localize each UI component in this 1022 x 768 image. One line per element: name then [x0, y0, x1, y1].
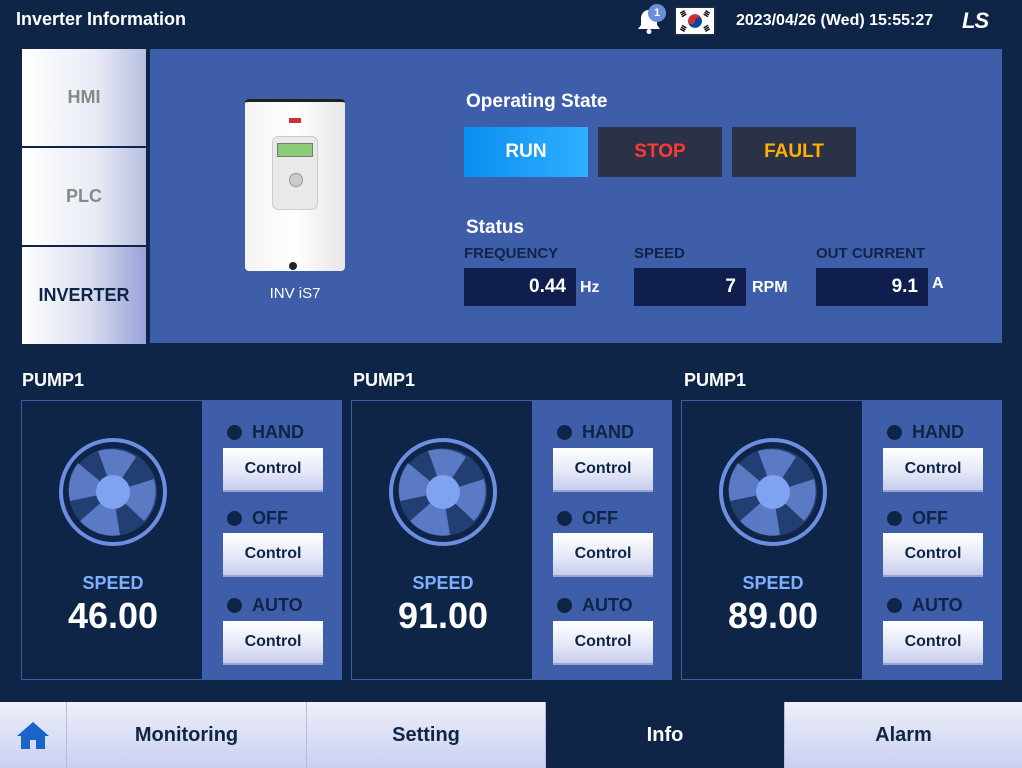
stop-state-indicator: STOP	[598, 127, 722, 177]
auto-control-button[interactable]: Control	[883, 621, 983, 665]
auto-indicator	[557, 598, 572, 613]
status-title: Status	[466, 217, 525, 238]
pump-panel: SPEED 89.00 HAND Control OFF Control AUT…	[681, 400, 1002, 680]
off-label: OFF	[912, 508, 948, 528]
hand-control-button[interactable]: Control	[223, 448, 323, 492]
off-indicator	[227, 511, 242, 526]
bottom-nav: Monitoring Setting Info Alarm	[0, 702, 1022, 768]
side-tab-hmi[interactable]: HMI	[22, 49, 146, 146]
hand-label: HAND	[252, 422, 304, 442]
pump-speed-value: 46.00	[67, 595, 159, 636]
speed-label: SPEED	[634, 245, 685, 262]
frequency-label: FREQUENCY	[464, 245, 559, 262]
run-state-indicator: RUN	[464, 127, 588, 177]
nav-setting[interactable]: Setting	[306, 702, 545, 768]
header-bar: Inverter Information 1 2023/04/26 (Wed) …	[0, 0, 1022, 44]
page-title: Inverter Information	[16, 9, 187, 29]
out-current-value: 9.1	[816, 268, 928, 306]
off-label: OFF	[582, 508, 618, 528]
auto-control-button[interactable]: Control	[553, 621, 653, 665]
auto-label: AUTO	[582, 595, 633, 615]
hand-label: HAND	[912, 422, 964, 442]
off-control-button[interactable]: Control	[883, 533, 983, 577]
home-button[interactable]	[0, 702, 66, 768]
side-tab-inverter[interactable]: INVERTER	[22, 247, 146, 344]
hand-indicator	[227, 425, 242, 440]
inverter-device-image	[245, 99, 345, 271]
brand-logo: LS	[962, 8, 989, 33]
pump-speed-label: SPEED	[742, 573, 804, 593]
auto-indicator	[887, 598, 902, 613]
home-icon	[17, 722, 49, 749]
auto-control-button[interactable]: Control	[223, 621, 323, 665]
pump-title: PUMP1	[684, 370, 747, 390]
fan-icon	[389, 438, 497, 546]
inverter-model-label: INV iS7	[269, 285, 321, 302]
fault-state-indicator: FAULT	[732, 127, 856, 177]
side-tab-list: HMI PLC INVERTER	[22, 49, 146, 344]
out-current-label: OUT CURRENT	[816, 245, 926, 262]
auto-indicator	[227, 598, 242, 613]
out-current-unit: A	[932, 275, 944, 292]
speed-value: 7	[634, 268, 746, 306]
side-tab-plc[interactable]: PLC	[22, 148, 146, 245]
pump-panel: SPEED 91.00 HAND Control OFF Control AUT…	[351, 400, 672, 680]
nav-monitoring[interactable]: Monitoring	[66, 702, 306, 768]
pump-speed-value: 89.00	[727, 595, 819, 636]
pump-speed-label: SPEED	[412, 573, 474, 593]
datetime-display: 2023/04/26 (Wed) 15:55:27	[736, 12, 934, 29]
hand-indicator	[557, 425, 572, 440]
hand-control-button[interactable]: Control	[883, 448, 983, 492]
notification-badge: 1	[648, 4, 666, 22]
inverter-panel: INV iS7 Operating State RUN STOP FAULT S…	[150, 49, 1002, 343]
frequency-value: 0.44	[464, 268, 576, 306]
fan-icon	[719, 438, 827, 546]
pump-panel: SPEED 46.00 HAND Control OFF Control AUT…	[21, 400, 342, 680]
off-indicator	[887, 511, 902, 526]
pump-title: PUMP1	[22, 370, 85, 390]
off-control-button[interactable]: Control	[553, 533, 653, 577]
hand-label: HAND	[582, 422, 634, 442]
hand-control-button[interactable]: Control	[553, 448, 653, 492]
frequency-unit: Hz	[580, 279, 600, 296]
speed-unit: RPM	[752, 279, 788, 296]
auto-label: AUTO	[912, 595, 963, 615]
korea-flag-icon[interactable]	[674, 6, 716, 36]
auto-label: AUTO	[252, 595, 303, 615]
nav-info[interactable]: Info	[545, 702, 784, 768]
off-control-button[interactable]: Control	[223, 533, 323, 577]
pump-title: PUMP1	[353, 370, 416, 390]
nav-alarm[interactable]: Alarm	[784, 702, 1022, 768]
operating-state-title: Operating State	[466, 91, 608, 112]
pump-speed-value: 91.00	[397, 595, 489, 636]
fan-icon	[59, 438, 167, 546]
hand-indicator	[887, 425, 902, 440]
off-label: OFF	[252, 508, 288, 528]
pump-speed-label: SPEED	[82, 573, 144, 593]
off-indicator	[557, 511, 572, 526]
